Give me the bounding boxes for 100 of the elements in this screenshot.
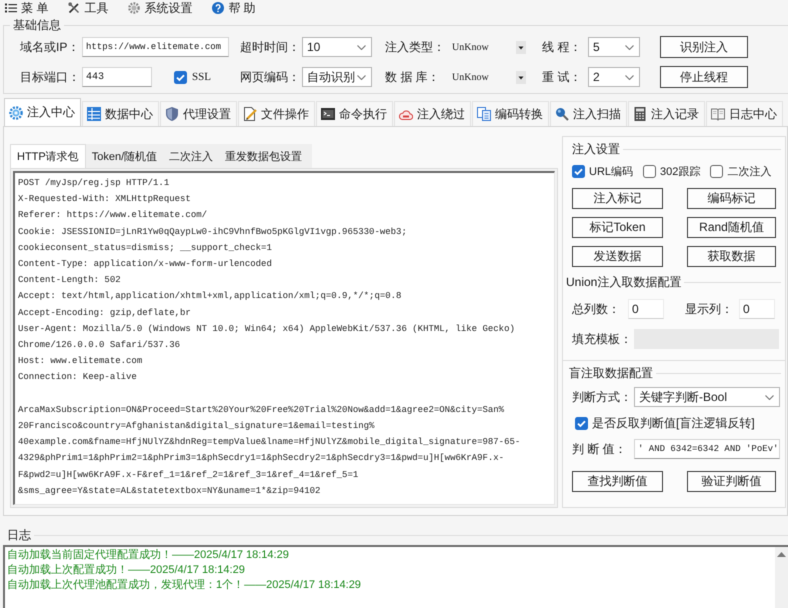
request-editor[interactable]	[13, 171, 555, 505]
tools-icon	[68, 2, 80, 14]
table-icon	[87, 107, 101, 121]
group-title: Union注入取数据配置	[566, 274, 682, 290]
timeout-select[interactable]: 10	[302, 37, 372, 57]
caret-icon	[357, 74, 366, 80]
field-label: 总列数：	[572, 300, 621, 318]
gear-icon	[9, 106, 23, 120]
tab[interactable]: 日志中心	[706, 101, 783, 126]
list-icon	[5, 3, 17, 13]
request-line: Host: www.elitemate.com	[18, 355, 142, 368]
tab[interactable]: 注入中心	[4, 98, 81, 126]
request-line: Chrome/126.0.0.0 Safari/537.36	[18, 339, 180, 352]
gear-icon	[128, 2, 140, 14]
method-select[interactable]: 关键字判断-Bool	[634, 387, 780, 407]
log-entry: 自动加载上次代理池配置成功，发现代理：1个！——2025/4/17 18:14:29	[7, 578, 361, 593]
document-pencil-icon	[243, 107, 257, 121]
tab[interactable]: 编码转换	[472, 101, 549, 126]
log-entry: 自动加载上次配置成功！——2025/4/17 18:14:29	[7, 563, 245, 578]
tab[interactable]: 代理设置	[160, 101, 237, 126]
subtab[interactable]: 重发数据包设置	[219, 144, 308, 168]
encoding-select[interactable]: 自动识别	[302, 67, 372, 87]
total-columns-field[interactable]: 0	[628, 299, 664, 319]
request-line: Cookie: JSESSIONID=jLnR1Yw0qQaypLw0-ihC9VhnfBwo5pKGlgVI1vgp.965330-web3;	[18, 226, 407, 239]
action-button[interactable]: 发送数据	[572, 246, 663, 267]
tab[interactable]: 注入记录	[628, 101, 705, 126]
menu-item[interactable]: 工具	[66, 0, 110, 16]
field-label: 数 据 库：	[385, 68, 441, 86]
action-button[interactable]: 获取数据	[687, 246, 776, 267]
retries-select[interactable]: 2	[588, 67, 640, 87]
subtab[interactable]: 二次注入	[163, 144, 220, 168]
checkbox-label: 二次注入	[727, 164, 772, 178]
menu-item[interactable]: 菜 单	[3, 0, 50, 16]
request-line: Referer: https://www.elitemate.com/	[18, 209, 208, 222]
action-button[interactable]: 编码标记	[687, 188, 776, 209]
request-line: 4329&phPrim1=1&phPrim2=1&phPrim3=1&phSecdry1=1&phSecdry2=1&phSecdry3=1&pwd=u]H[ww6KrA9F.x-	[18, 452, 504, 466]
action-button[interactable]: 查找判断值	[572, 471, 663, 492]
field-label: 显示列：	[685, 300, 734, 318]
tab[interactable]: 文件操作	[238, 101, 315, 126]
tab[interactable]: 数据中心	[82, 101, 159, 126]
field-label: 判 断 值：	[572, 440, 628, 458]
action-button[interactable]: 验证判断值	[687, 471, 776, 492]
subtab[interactable]: HTTP请求包	[10, 144, 86, 168]
request-line: Accept-Encoding: gzip,deflate,br	[18, 306, 191, 320]
request-line: &sms_agree=Y&state=AL&statetextbox=NY&uname=1*&zip=94102	[18, 484, 320, 498]
request-line: F&pwd2=u]H[ww6KrA9F.x-F&ref_1=1&ref_2=1&ref_3=1&ref_4=1&ref_5=1	[18, 468, 358, 482]
tab[interactable]: 注入绕过	[394, 101, 471, 126]
caret-icon	[765, 394, 774, 400]
group-title: 基础信息	[12, 18, 62, 32]
request-line: 20Francisco&country=Afghanistan&digital_signature=1&email=testing%	[18, 420, 374, 434]
request-line: Connection: Keep-alive	[18, 371, 137, 384]
action-button[interactable]: 标记Token	[572, 217, 663, 238]
stop-button[interactable]: 停止线程	[660, 66, 748, 88]
request-line: 40example.com&fname=HfjNUlYZ&hdnReg=tempValue&lname=HfjNUlYZ&mobile_digital_signature=987-65-	[18, 436, 520, 450]
group-title: 注入设置	[572, 140, 620, 158]
checkbox[interactable]	[174, 70, 187, 84]
action-button[interactable]: 注入标记	[572, 188, 663, 209]
log-entry: 自动加载当前固定代理配置成功！——2025/4/17 18:14:29	[7, 548, 289, 563]
tab[interactable]: 命令执行	[316, 101, 393, 126]
scroll-up-arrow-icon	[777, 552, 786, 557]
documents-icon	[477, 107, 491, 121]
subtab[interactable]: Token/随机值	[86, 144, 164, 168]
port-field[interactable]: 443	[82, 67, 152, 87]
field-label: 重 试：	[542, 68, 582, 86]
request-line: POST /myJsp/reg.jsp HTTP/1.1	[18, 177, 170, 190]
checkbox[interactable]	[575, 416, 588, 430]
shield-icon	[165, 107, 179, 121]
menu-item[interactable]: 系统设置	[126, 0, 194, 16]
scrollbar[interactable]	[775, 547, 788, 608]
judge-value-field[interactable]: ' AND 6342=6342 AND 'PoEv'	[634, 439, 780, 459]
menu-item[interactable]: 帮 助	[210, 0, 258, 16]
detect-button[interactable]: 识别注入	[660, 36, 748, 58]
inject-type-dropdown[interactable]: UnKnow	[452, 38, 526, 56]
section-title: 日志	[7, 528, 31, 544]
caret-icon	[357, 44, 366, 50]
url-field[interactable]: https://www.elitemate.com	[82, 37, 229, 57]
request-line: X-Requested-With: XMLHttpRequest	[18, 193, 191, 206]
action-button[interactable]: Rand随机值	[687, 217, 776, 238]
field-label: 目标端口：	[20, 68, 81, 86]
display-column-field[interactable]: 0	[739, 299, 775, 319]
field-label: 线 程：	[542, 38, 582, 56]
field-label: 注入类型：	[385, 38, 446, 56]
field-label: 网页编码：	[240, 68, 301, 86]
tab[interactable]: 注入扫描	[550, 101, 627, 126]
checkbox[interactable]	[572, 164, 585, 178]
database-dropdown[interactable]: UnKnow	[452, 68, 526, 86]
field-label: 超时时间：	[240, 38, 301, 56]
book-icon	[711, 107, 725, 121]
request-line: cookieconsent_status=dismiss; __support_check=1	[18, 242, 272, 255]
checkbox[interactable]	[710, 164, 724, 178]
caret-icon	[625, 74, 634, 80]
terminal-icon	[321, 107, 335, 121]
caret-icon	[625, 44, 634, 50]
group-title: 盲注取数据配置	[569, 364, 653, 382]
search-icon	[555, 107, 569, 121]
field-label: 域名或IP：	[20, 38, 80, 56]
checkbox[interactable]	[643, 164, 656, 178]
threads-select[interactable]: 5	[588, 37, 640, 57]
checkbox-label: SSL	[192, 71, 211, 83]
request-line: Content-Type: application/x-www-form-urlencoded	[18, 258, 272, 272]
